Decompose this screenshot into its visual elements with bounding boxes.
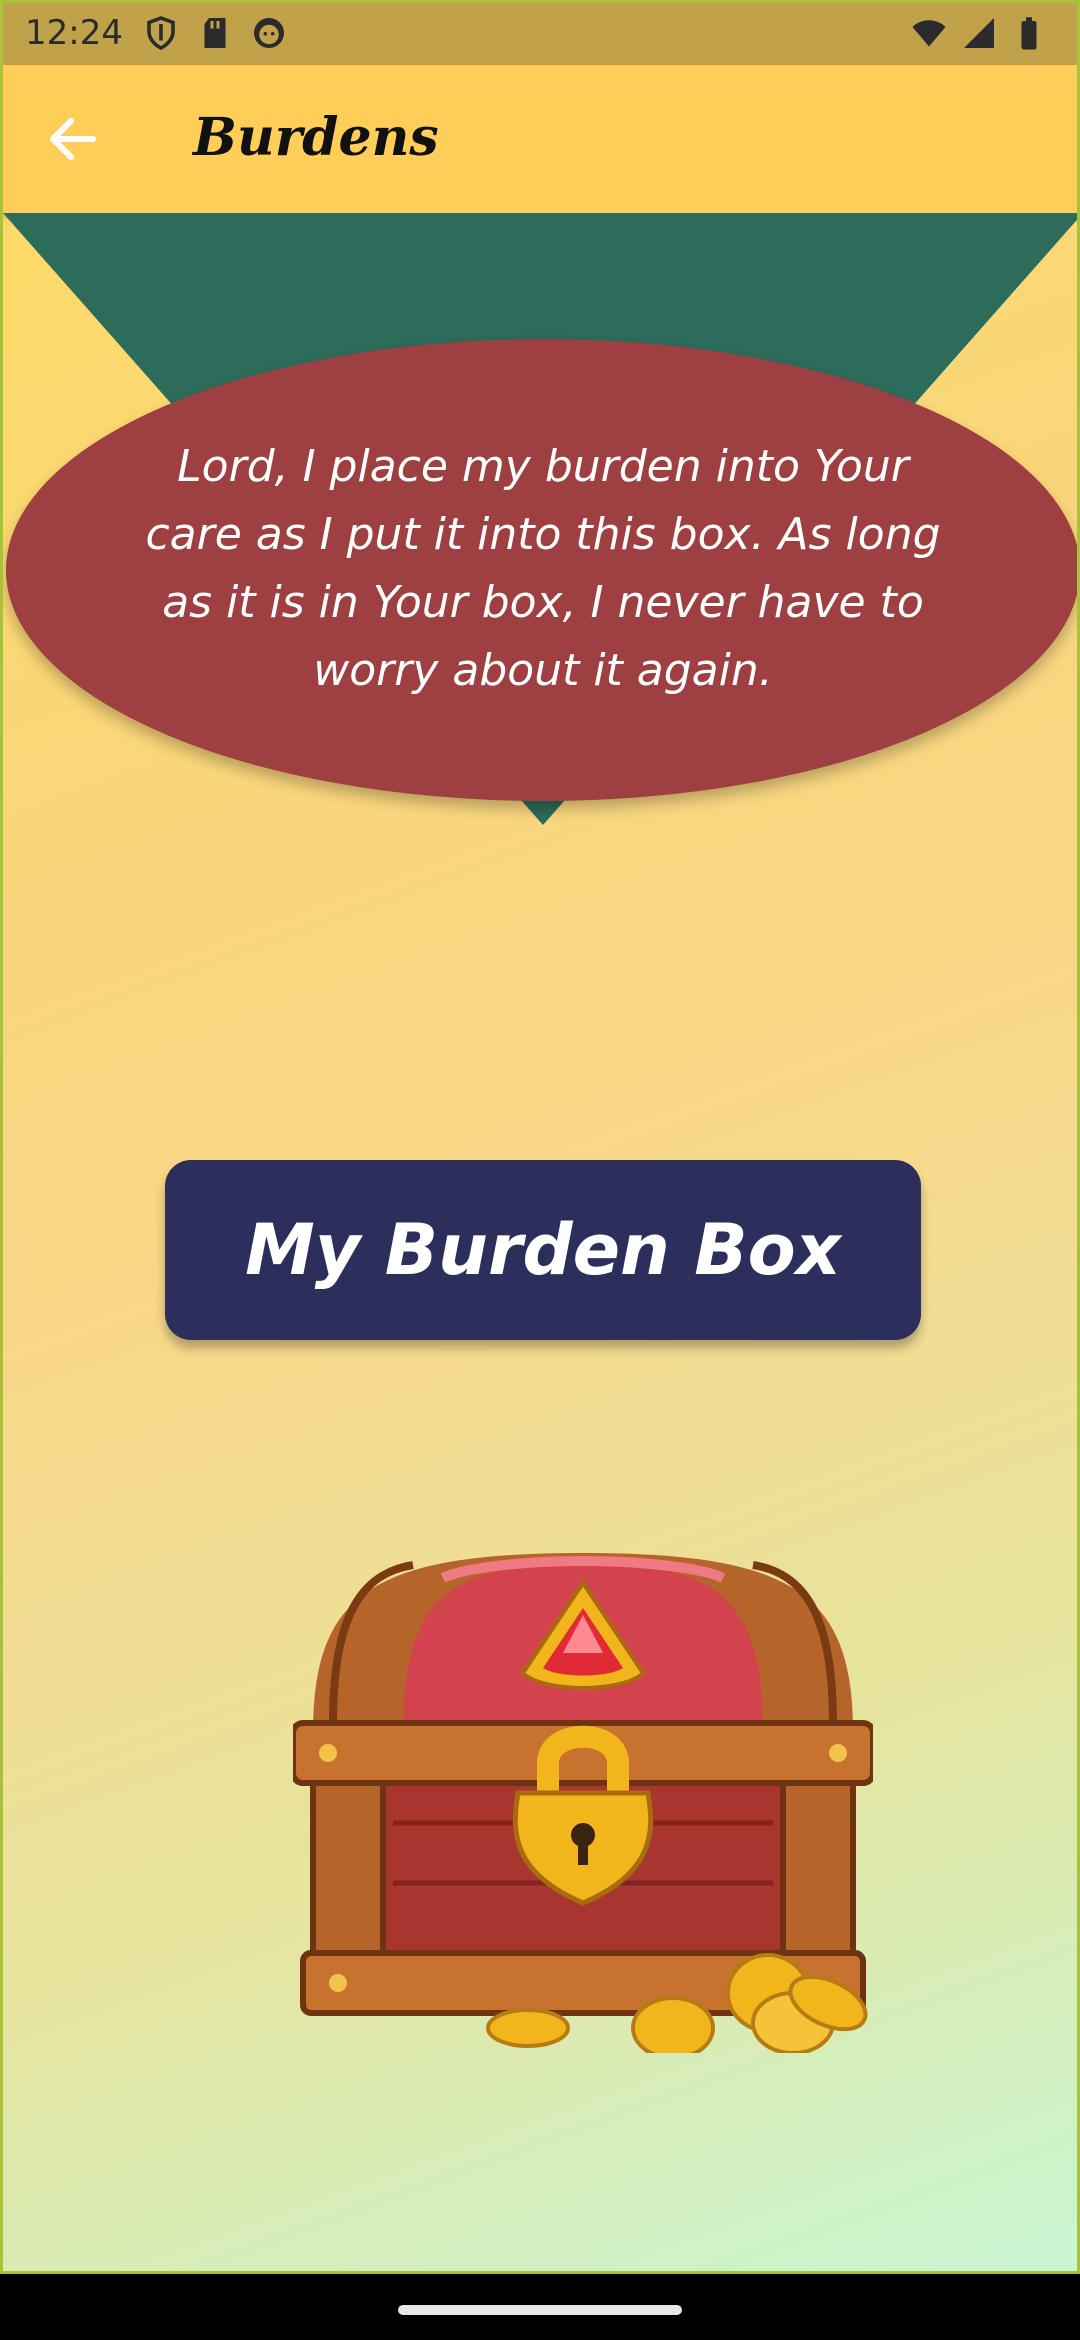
status-time: 12:24 (25, 13, 123, 53)
prayer-text: Lord, I place my burden into Your care a… (145, 441, 941, 696)
app-screen: 12:24 Burdens Lord, I place my burden in… (0, 0, 1080, 2274)
page-title: Burdens (193, 107, 439, 168)
signal-icon (964, 18, 994, 48)
back-arrow-icon[interactable] (41, 109, 111, 169)
wifi-icon (912, 20, 946, 47)
sd-card-icon (204, 18, 226, 48)
app-bar: Burdens (3, 65, 1077, 213)
my-burden-box-label: My Burden Box (245, 1209, 841, 1291)
status-bar: 12:24 (3, 3, 1077, 65)
home-gesture-handle[interactable] (398, 2305, 682, 2315)
shield-icon (147, 16, 175, 51)
treasure-chest-icon (293, 1553, 873, 2053)
battery-icon (1021, 17, 1037, 50)
my-burden-box-button[interactable]: My Burden Box (165, 1160, 921, 1340)
face-icon (254, 18, 284, 48)
